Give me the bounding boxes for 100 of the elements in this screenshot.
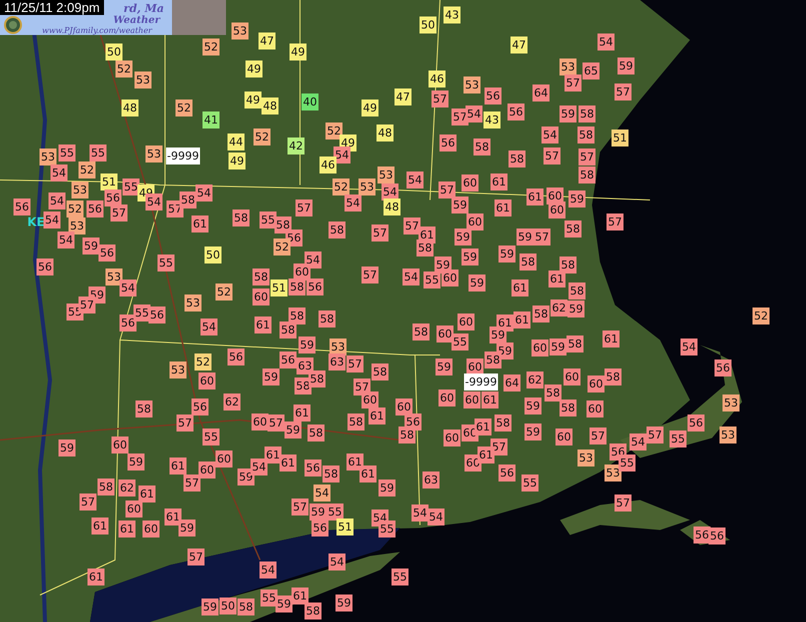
temperature-label: 54	[44, 212, 60, 228]
temperature-label: 55	[522, 474, 538, 492]
temperature-label: 60	[442, 270, 458, 286]
temperature-label: 55	[424, 272, 440, 288]
temperature-label: 61	[514, 312, 530, 328]
temperature-label: 58	[484, 352, 502, 368]
temperature-label: 47	[394, 88, 412, 106]
temperature-label: 59	[276, 596, 292, 612]
temperature-label: 53	[232, 22, 248, 40]
temperature-label: 58	[508, 150, 526, 168]
temperature-label: 53	[604, 464, 622, 482]
temperature-label: 53	[184, 294, 202, 312]
temperature-label: 61	[280, 454, 296, 472]
temperature-label: 61	[88, 568, 104, 586]
temperature-label: 59	[490, 326, 506, 344]
temperature-label: 54	[58, 232, 74, 248]
temperature-label: 56	[98, 244, 116, 262]
temperature-label: 54	[402, 268, 420, 286]
temperature-label: 58	[288, 308, 306, 324]
temperature-label: 61	[118, 520, 136, 538]
temperature-label: 60	[362, 392, 378, 408]
temperature-label: 53	[72, 182, 88, 198]
temperature-label: 58	[294, 378, 312, 394]
temperature-label: 52	[254, 128, 270, 146]
temperature-label: 43	[484, 112, 500, 128]
temperature-label: 55	[122, 178, 140, 196]
temperature-label: 53	[106, 268, 122, 286]
temperature-label: 55	[618, 454, 636, 472]
temperature-label: 54	[680, 338, 698, 356]
temperature-label: 58	[288, 278, 306, 296]
temperature-label: 57	[534, 228, 550, 246]
temperature-label: 56	[36, 258, 54, 276]
temperature-label: 49	[246, 60, 262, 78]
temperature-label: 56	[708, 528, 726, 544]
temperature-label: 58	[520, 254, 536, 270]
temperature-label: 58	[560, 400, 576, 416]
temperature-label: 59	[568, 300, 584, 318]
temperature-label: 61	[526, 188, 544, 206]
temperature-label: 61	[490, 174, 508, 190]
temperature-label: 56	[86, 200, 104, 218]
temperature-label: 55	[202, 428, 220, 446]
temperature-label: 56	[688, 414, 704, 432]
temperature-label: 46	[428, 70, 446, 88]
temperature-label: 59	[310, 504, 326, 520]
banner-subtitle: Weather	[113, 15, 160, 26]
temperature-label: 57	[292, 498, 308, 516]
temperature-label: 47	[258, 32, 276, 50]
temperature-label: 42	[288, 138, 304, 154]
temperature-label: 56	[14, 198, 30, 216]
temperature-label: 53	[578, 450, 594, 466]
temperature-label: 54	[412, 504, 428, 522]
temperature-label: 56	[440, 134, 456, 152]
photo-placeholder	[172, 0, 226, 35]
temperature-label: 60	[112, 436, 128, 454]
temperature-label: 41	[202, 112, 220, 128]
temperature-label: 55	[58, 144, 76, 162]
temperature-label: 53	[68, 218, 86, 234]
temperature-label: 54	[250, 458, 268, 476]
temperature-label: 60	[532, 340, 548, 356]
temperature-label: 55	[392, 568, 408, 586]
temperature-label: 60	[548, 202, 566, 218]
temperature-label: 58	[98, 478, 114, 496]
temperature-label: 47	[510, 36, 528, 54]
temperature-label: 56	[120, 314, 136, 332]
temperature-label: 63	[328, 354, 346, 370]
temperature-label: 56	[228, 348, 244, 366]
temperature-label: 59	[58, 440, 76, 456]
temperature-label: 61	[254, 316, 272, 334]
temperature-label: 53	[40, 148, 56, 166]
temperature-label: 58	[578, 166, 596, 184]
temperature-label: 52	[116, 60, 132, 78]
temperature-label: 58	[494, 414, 512, 432]
temperature-label: 57	[176, 414, 194, 432]
temperature-label: 61	[368, 408, 386, 424]
temperature-label: 58	[252, 268, 270, 286]
temperature-label: 57	[188, 548, 204, 566]
temperature-label: 49	[228, 152, 246, 170]
temperature-label: 65	[582, 62, 600, 80]
temperature-label: 57	[544, 148, 560, 164]
temperature-label: 59	[202, 598, 218, 616]
temperature-label: 60	[126, 500, 142, 518]
temperature-label: 60	[216, 450, 232, 468]
temperature-label: 52	[216, 284, 232, 300]
temperature-label: 54	[260, 562, 276, 578]
temperature-label: 57	[362, 266, 378, 284]
temperature-label: 54	[344, 194, 362, 212]
temperature-label: 58	[566, 336, 584, 352]
temperature-label: 52	[176, 100, 192, 116]
temperature-label: 55	[260, 590, 278, 606]
temperature-label: 60	[198, 372, 216, 390]
temperature-label: 60	[252, 414, 268, 430]
temperature-label: 53	[146, 146, 162, 162]
temperature-label: 56	[192, 398, 208, 416]
temperature-label: 61	[478, 446, 494, 464]
temperature-label: 58	[318, 310, 336, 328]
timestamp: 11/25/11 2:09pm	[0, 0, 104, 15]
temperature-label: 59	[128, 454, 144, 470]
temperature-label: 59	[284, 422, 302, 438]
temperature-label: 50	[204, 246, 222, 264]
temperature-label: 51	[270, 280, 288, 296]
